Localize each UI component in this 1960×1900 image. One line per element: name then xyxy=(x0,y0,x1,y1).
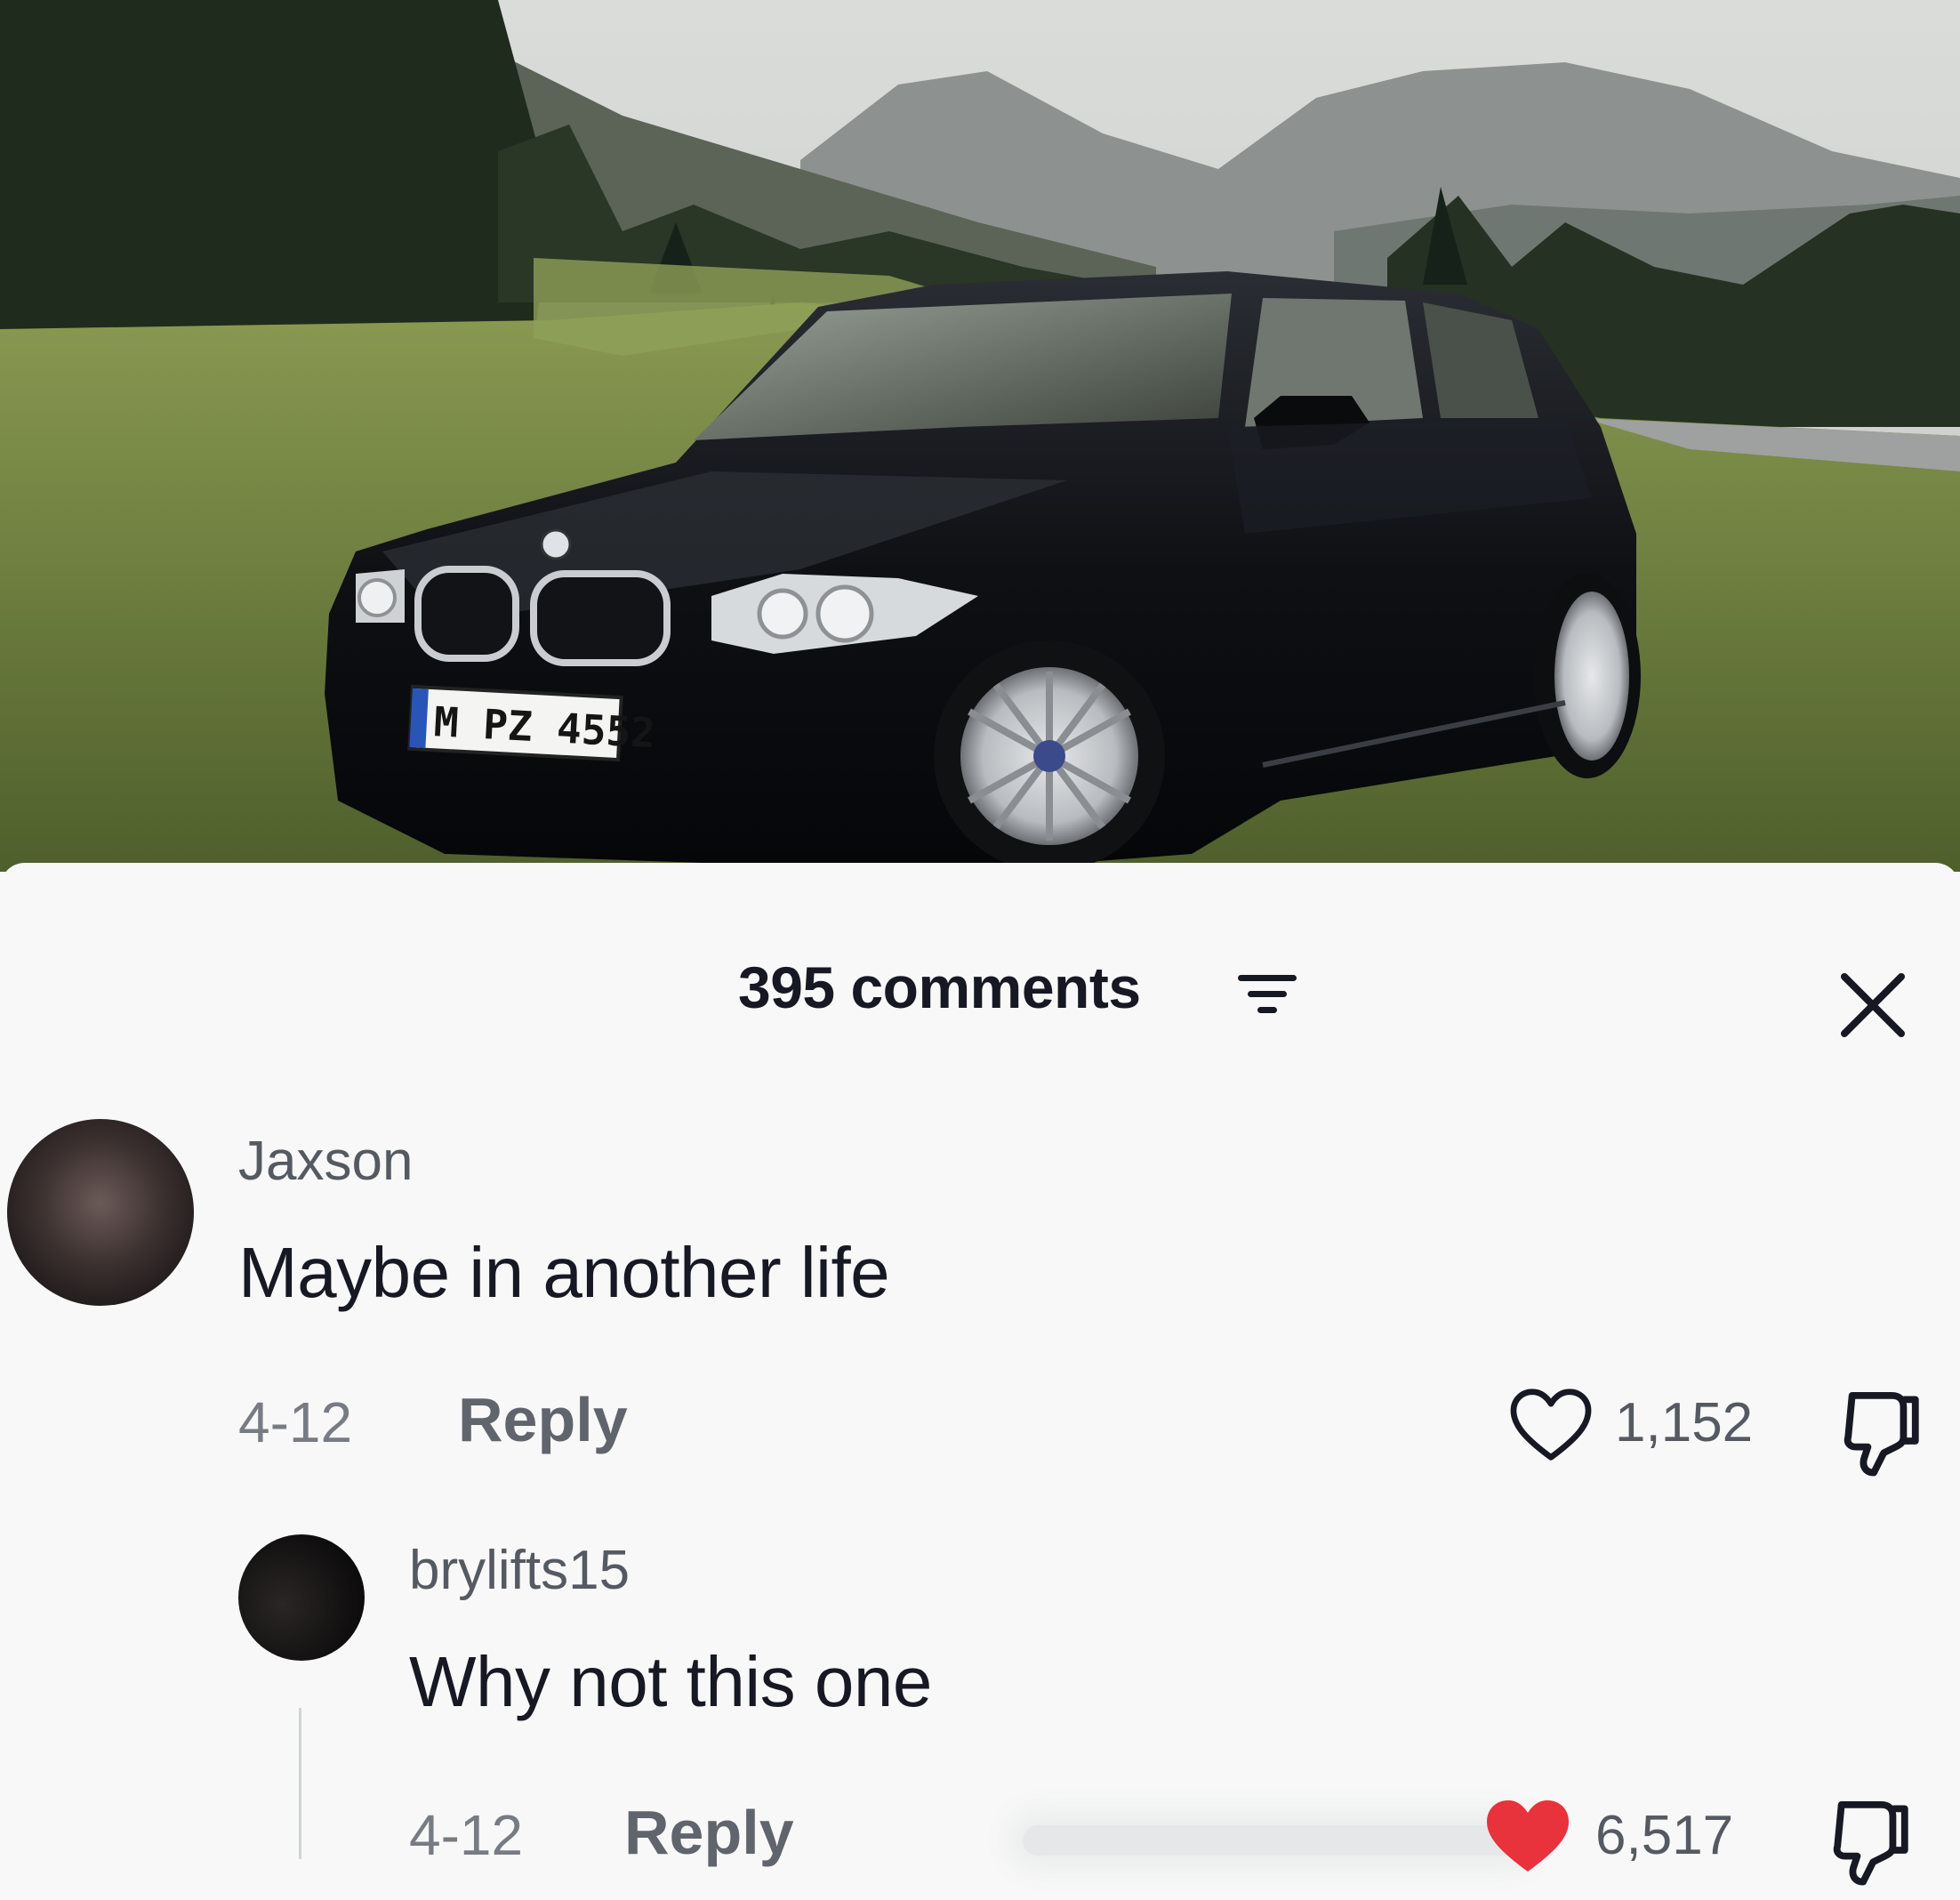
avatar[interactable] xyxy=(238,1534,365,1661)
comment-username[interactable]: Jaxson xyxy=(238,1130,413,1193)
comment-text: Maybe in another life xyxy=(238,1233,890,1312)
comment-username[interactable]: brylifts15 xyxy=(409,1539,630,1602)
comments-sheet: 395 comments Jaxson Maybe in another lif… xyxy=(0,863,1960,1900)
comment-text: Why not this one xyxy=(409,1642,932,1721)
close-icon[interactable] xyxy=(1835,968,1910,1043)
reply-button[interactable]: Reply xyxy=(458,1384,628,1455)
thread-line xyxy=(299,1708,301,1859)
like-count: 6,517 xyxy=(1595,1805,1734,1866)
comments-header: 395 comments xyxy=(0,943,1960,1037)
dislike-icon[interactable] xyxy=(1830,1797,1912,1886)
blurred-region xyxy=(1023,1825,1521,1856)
video-frame[interactable]: M PZ 4552 xyxy=(0,0,1960,872)
comment-date: 4-12 xyxy=(238,1390,353,1454)
comment-date: 4-12 xyxy=(409,1803,524,1867)
heart-filled-icon[interactable] xyxy=(1483,1797,1572,1877)
heart-outline-icon[interactable] xyxy=(1508,1388,1594,1464)
like-count: 1,152 xyxy=(1615,1392,1754,1453)
screen: M PZ 4552 395 comments Jaxson Maybe in a… xyxy=(0,0,1960,1900)
dislike-icon[interactable] xyxy=(1841,1388,1923,1477)
reply-button[interactable]: Reply xyxy=(624,1797,794,1868)
car-photo: M PZ 4552 xyxy=(0,0,1960,872)
comment-count-title: 395 comments xyxy=(738,954,1141,1020)
sort-filter-icon[interactable] xyxy=(1236,970,1298,1019)
avatar[interactable] xyxy=(7,1119,194,1306)
